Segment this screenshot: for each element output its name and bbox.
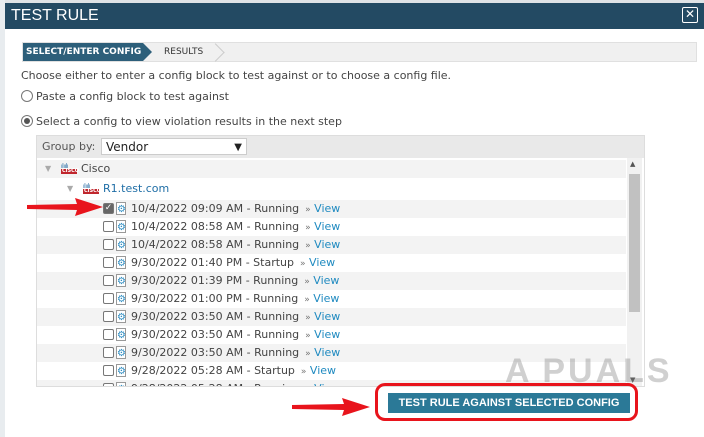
group-by-label: Group by: (42, 140, 96, 153)
chevron-down-icon: ▼ (234, 142, 242, 153)
step-select-enter-config[interactable]: SELECT/ENTER CONFIG (23, 43, 152, 61)
config-file-gear-icon: ⚙ (116, 202, 126, 215)
select-config-radio[interactable] (21, 115, 33, 127)
view-link[interactable]: View (314, 382, 340, 386)
config-label: 9/30/2022 01:40 PM - Startup (131, 256, 295, 269)
config-file-gear-icon: ⚙ (116, 346, 126, 359)
step-results[interactable]: RESULTS (164, 43, 203, 61)
config-checkbox[interactable] (103, 329, 114, 340)
config-label: 9/30/2022 03:50 AM - Running (131, 328, 300, 341)
view-prefix: » (300, 259, 306, 269)
tree-device-node[interactable]: ▼ ılıılı CISCO R1.test.com (37, 180, 626, 198)
view-prefix: » (304, 295, 310, 305)
red-arrow-annotation (292, 398, 370, 416)
config-checkbox[interactable] (103, 365, 114, 376)
dialog-title-bar: TEST RULE ✕ (5, 3, 704, 29)
group-by-value: Vendor (106, 140, 149, 154)
view-link[interactable]: View (314, 310, 340, 323)
config-row[interactable]: ✓ ⚙ 10/4/2022 09:09 AM - Running» View (37, 200, 626, 218)
config-label: 10/4/2022 08:58 AM - Running (131, 220, 300, 233)
cisco-logo-icon: ılıılı CISCO (83, 183, 102, 194)
config-row[interactable]: ⚙ 9/30/2022 01:00 PM - Running » View (37, 290, 626, 308)
cisco-logo-icon: ılıılı CISCO (61, 163, 80, 174)
config-file-gear-icon: ⚙ (116, 328, 126, 341)
vendor-name: Cisco (81, 162, 111, 175)
config-checkbox[interactable] (103, 275, 114, 286)
view-link[interactable]: View (313, 274, 339, 287)
paste-config-radio[interactable] (21, 90, 33, 102)
config-label: 10/4/2022 09:09 AM - Running (131, 202, 300, 215)
config-file-gear-icon: ⚙ (116, 220, 126, 233)
dialog-title: TEST RULE (11, 7, 99, 24)
view-link[interactable]: View (310, 364, 336, 377)
config-file-gear-icon: ⚙ (116, 310, 126, 323)
config-checkbox[interactable] (103, 239, 114, 250)
config-row[interactable]: ⚙ 9/30/2022 01:40 PM - Startup » View (37, 254, 626, 272)
close-icon[interactable]: ✕ (682, 7, 698, 23)
expand-triangle-icon[interactable]: ▼ (45, 160, 51, 178)
config-checkbox[interactable] (103, 311, 114, 322)
config-file-gear-icon: ⚙ (116, 256, 126, 269)
config-label: 9/30/2022 01:39 PM - Running (131, 274, 299, 287)
config-checkbox[interactable] (103, 257, 114, 268)
config-file-gear-icon: ⚙ (116, 292, 126, 305)
config-row[interactable]: ⚙ 10/4/2022 08:58 AM - Running » View (37, 218, 626, 236)
config-file-gear-icon: ⚙ (116, 364, 126, 377)
select-config-label[interactable]: Select a config to view violation result… (36, 115, 342, 128)
device-name-link[interactable]: R1.test.com (103, 180, 169, 198)
config-row[interactable]: ⚙ 9/30/2022 03:50 AM - Running » View (37, 308, 626, 326)
config-row[interactable]: ⚙ 9/30/2022 03:50 AM - Running » View (37, 326, 626, 344)
config-checkbox[interactable] (103, 383, 114, 386)
group-by-header: Group by: Vendor ▼ (37, 136, 644, 158)
config-label: 9/30/2022 03:50 AM - Running (131, 310, 300, 323)
config-label: 9/30/2022 01:00 PM - Running (131, 292, 299, 305)
paste-config-label[interactable]: Paste a config block to test against (36, 90, 229, 103)
view-link[interactable]: View (314, 328, 340, 341)
config-checkbox[interactable] (103, 293, 114, 304)
config-label: 9/28/2022 05:28 AM - Startup (131, 364, 295, 377)
test-rule-button[interactable]: TEST RULE AGAINST SELECTED CONFIG (388, 393, 630, 413)
config-file-gear-icon: ⚙ (116, 382, 126, 386)
scroll-up-icon[interactable]: ▲ (630, 160, 635, 168)
group-by-select[interactable]: Vendor ▼ (101, 138, 247, 155)
view-link[interactable]: View (313, 292, 339, 305)
tree-vendor-node[interactable]: ▼ ılıılı CISCO Cisco (37, 160, 626, 178)
chevron-right-icon (206, 43, 225, 62)
view-link[interactable]: View (309, 256, 335, 269)
view-prefix: » (305, 205, 311, 215)
view-prefix: » (305, 331, 311, 341)
config-checkbox[interactable] (103, 221, 114, 232)
view-link[interactable]: View (314, 220, 340, 233)
instructions-text: Choose either to enter a config block to… (21, 69, 452, 82)
view-link[interactable]: View (314, 202, 340, 215)
scrollbar-thumb[interactable] (629, 174, 640, 312)
view-prefix: » (304, 277, 310, 287)
view-prefix: » (305, 385, 311, 386)
wizard-steps: SELECT/ENTER CONFIG RESULTS (22, 42, 697, 62)
view-link[interactable]: View (314, 238, 340, 251)
view-link[interactable]: View (314, 346, 340, 359)
view-prefix: » (305, 313, 311, 323)
view-prefix: » (300, 367, 307, 377)
config-label: 9/30/2022 03:50 AM - Running (131, 346, 300, 359)
view-prefix: » (305, 241, 311, 251)
red-arrow-annotation (27, 198, 103, 216)
config-row[interactable]: ⚙ 10/4/2022 08:58 AM - Running » View (37, 236, 626, 254)
config-label: 9/28/2022 05:28 AM - Running (131, 382, 299, 386)
config-label: 10/4/2022 08:58 AM - Running (131, 238, 300, 251)
config-row[interactable]: ⚙ 9/30/2022 01:39 PM - Running » View (37, 272, 626, 290)
config-file-gear-icon: ⚙ (116, 274, 126, 287)
view-prefix: » (305, 223, 311, 233)
view-prefix: » (305, 349, 311, 359)
config-tree-panel: Group by: Vendor ▼ ▼ ılıılı CISCO Cisco ▼… (36, 135, 645, 387)
config-file-gear-icon: ⚙ (116, 238, 126, 251)
config-checkbox[interactable] (103, 347, 114, 358)
